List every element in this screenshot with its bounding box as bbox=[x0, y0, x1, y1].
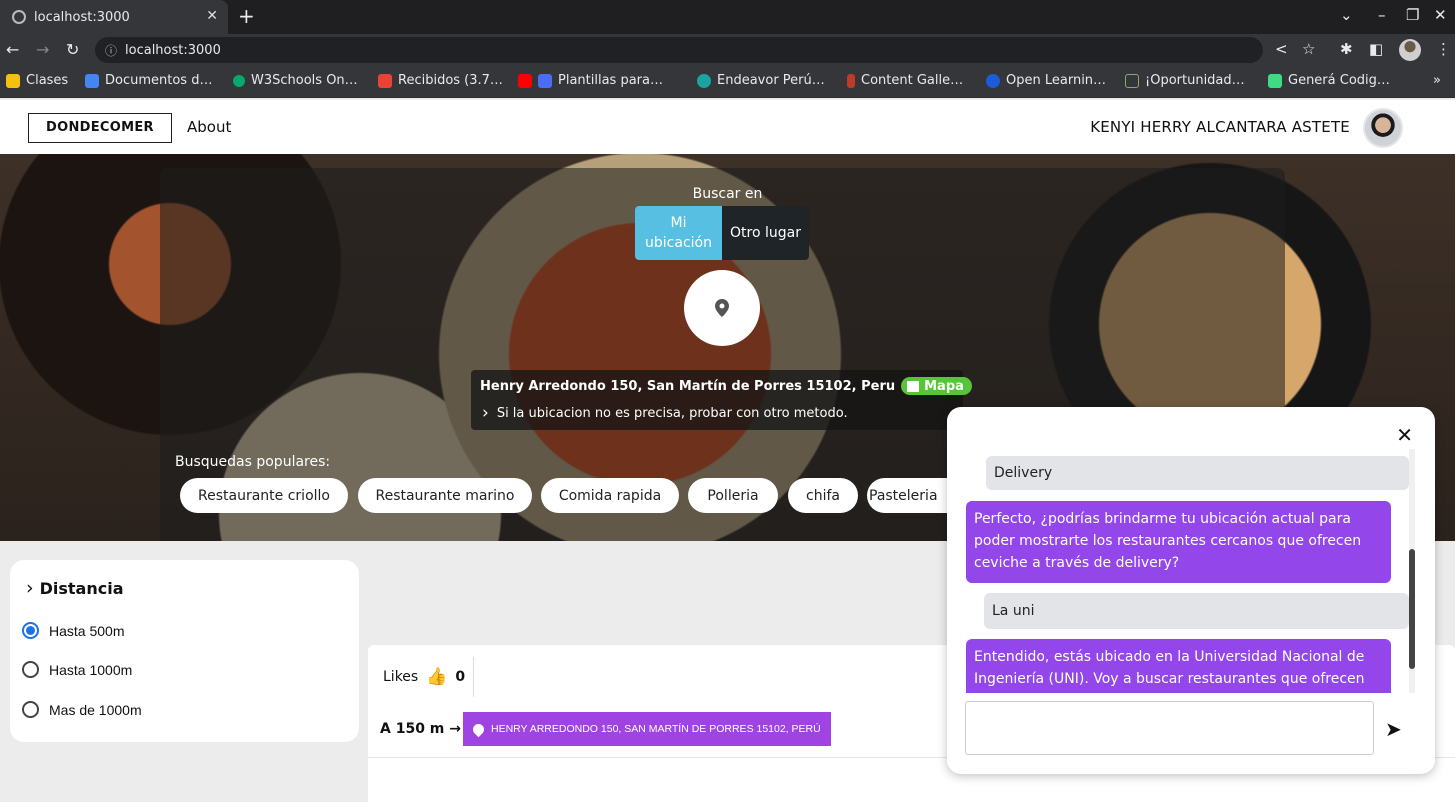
tab-search-icon[interactable]: ⌄ bbox=[1340, 6, 1353, 24]
likes-counter: Likes 👍 0 bbox=[383, 667, 465, 687]
gmail-icon bbox=[378, 73, 392, 88]
url-text: localhost:3000 bbox=[125, 42, 221, 58]
popular-search-chip[interactable]: Restaurante marino bbox=[358, 478, 532, 513]
bookmark-item[interactable]: Recibidos (3.7… bbox=[378, 73, 503, 88]
map-button[interactable]: Mapa bbox=[901, 377, 972, 395]
radio-button[interactable] bbox=[22, 622, 39, 639]
popular-searches-label: Busquedas populares: bbox=[175, 454, 331, 470]
chat-message-bot: Perfecto, ¿podrías brindarme tu ubicació… bbox=[966, 501, 1391, 583]
extensions-icon[interactable]: ✱ bbox=[1340, 40, 1353, 58]
likes-label: Likes bbox=[383, 669, 419, 685]
chat-input[interactable] bbox=[965, 701, 1374, 755]
classroom-icon bbox=[6, 73, 20, 88]
open-learning-icon bbox=[986, 73, 1000, 88]
thumbs-up-icon[interactable]: 👍 bbox=[426, 667, 447, 687]
popular-search-chip[interactable]: Comida rapida bbox=[541, 478, 679, 513]
radio-option-1000m[interactable]: Hasta 1000m bbox=[22, 661, 132, 678]
close-window-icon[interactable]: ✕ bbox=[1434, 6, 1447, 24]
address-tag[interactable]: HENRY ARREDONDO 150, SAN MARTÍN DE PORRE… bbox=[463, 712, 831, 746]
youtube-icon bbox=[518, 73, 532, 88]
bookmark-item[interactable]: ¡Oportunidad… bbox=[1125, 73, 1245, 88]
likes-count: 0 bbox=[455, 669, 466, 685]
send-icon[interactable]: ➤ bbox=[1385, 717, 1402, 741]
chat-panel: ✕ Delivery Perfecto, ¿podrías brindarme … bbox=[947, 407, 1435, 774]
location-pin-icon bbox=[715, 299, 729, 317]
arrow-right-icon: → bbox=[449, 721, 462, 737]
content-gallery-icon bbox=[847, 73, 855, 88]
browser-tab-strip: localhost:3000 ✕ + ⌄ – ❐ ✕ bbox=[0, 0, 1455, 34]
share-icon[interactable]: < bbox=[1275, 40, 1288, 58]
brand-logo-button[interactable]: DONDECOMER bbox=[28, 113, 172, 143]
user-avatar[interactable] bbox=[1363, 108, 1403, 148]
minimize-icon[interactable]: – bbox=[1378, 6, 1386, 24]
browser-tab[interactable]: localhost:3000 ✕ bbox=[0, 0, 228, 34]
chat-message-bot: Entendido, estás ubicado en la Universid… bbox=[966, 639, 1391, 693]
w3schools-icon bbox=[233, 74, 245, 87]
browser-toolbar: ← → ↻ ⓘ localhost:3000 < ☆ ✱ ◧ ⋮ bbox=[0, 34, 1455, 66]
bookmarks-overflow-icon[interactable]: » bbox=[1433, 73, 1441, 88]
close-icon[interactable]: ✕ bbox=[1396, 423, 1413, 447]
chat-message-user: Delivery bbox=[986, 456, 1409, 490]
radio-option-500m[interactable]: Hasta 500m bbox=[22, 622, 124, 639]
popular-search-chip[interactable]: chifa bbox=[788, 478, 858, 513]
bookmark-item[interactable]: Plantillas para… bbox=[518, 73, 663, 88]
map-icon bbox=[907, 380, 920, 392]
otro-lugar-button[interactable]: Otro lugar bbox=[722, 206, 809, 260]
detected-address: Henry Arredondo 150, San Martín de Porre… bbox=[480, 378, 896, 394]
radio-button[interactable] bbox=[22, 701, 39, 718]
new-tab-button[interactable]: + bbox=[238, 4, 255, 28]
distance-filter-toggle[interactable]: › Distancia bbox=[26, 577, 124, 599]
tab-title: localhost:3000 bbox=[34, 9, 130, 25]
location-mode-toggle: Mi ubicación Otro lugar bbox=[635, 206, 809, 260]
address-bar[interactable]: ⓘ localhost:3000 bbox=[95, 37, 1263, 63]
distance-filter-title: Distancia bbox=[39, 578, 124, 598]
popular-search-chip[interactable]: Polleria bbox=[688, 478, 778, 513]
user-name[interactable]: KENYI HERRY ALCANTARA ASTETE bbox=[1090, 118, 1350, 136]
close-tab-icon[interactable]: ✕ bbox=[206, 8, 218, 24]
mi-ubicacion-button[interactable]: Mi ubicación bbox=[635, 206, 722, 260]
opportunity-icon bbox=[1125, 73, 1139, 88]
chat-scrollbar-thumb[interactable] bbox=[1409, 549, 1415, 669]
radio-option-more-1000m[interactable]: Mas de 1000m bbox=[22, 701, 142, 718]
reload-icon[interactable]: ↻ bbox=[66, 40, 79, 59]
location-hint-link[interactable]: › Si la ubicacion no es precisa, probar … bbox=[482, 403, 848, 423]
maximize-icon[interactable]: ❐ bbox=[1406, 6, 1419, 24]
docs-icon bbox=[85, 73, 99, 88]
bookmarks-bar: Clases Documentos d… W3Schools On… Recib… bbox=[0, 66, 1455, 98]
endeavor-icon bbox=[697, 73, 711, 88]
chevron-right-icon: › bbox=[26, 577, 34, 599]
bookmark-item[interactable]: Content Galle… bbox=[847, 73, 963, 88]
radio-button[interactable] bbox=[22, 661, 39, 678]
info-icon[interactable]: ⓘ bbox=[105, 42, 117, 59]
chat-message-user: La uni bbox=[984, 593, 1409, 629]
globe-icon bbox=[12, 10, 26, 24]
bookmark-item[interactable]: Documentos d… bbox=[85, 73, 212, 88]
site-navbar: DONDECOMER About KENYI HERRY ALCANTARA A… bbox=[0, 100, 1455, 154]
bookmark-item[interactable]: Generá Codig… bbox=[1268, 73, 1390, 88]
locate-button[interactable] bbox=[684, 270, 760, 346]
templates-icon bbox=[538, 73, 552, 88]
bookmark-item[interactable]: Open Learnin… bbox=[986, 73, 1106, 88]
profile-avatar-icon[interactable] bbox=[1399, 39, 1421, 61]
forward-icon[interactable]: → bbox=[36, 40, 49, 59]
menu-kebab-icon[interactable]: ⋮ bbox=[1436, 40, 1451, 58]
bookmark-star-icon[interactable]: ☆ bbox=[1302, 40, 1315, 58]
qr-code-icon bbox=[1268, 73, 1282, 88]
about-link[interactable]: About bbox=[187, 118, 231, 136]
buscar-en-label: Buscar en bbox=[692, 186, 763, 202]
location-pin-icon bbox=[470, 721, 487, 737]
detected-address-box: Henry Arredondo 150, San Martín de Porre… bbox=[471, 370, 972, 430]
bookmark-item[interactable]: W3Schools On… bbox=[233, 73, 358, 88]
chevron-right-icon: › bbox=[482, 403, 489, 423]
bookmark-item[interactable]: Clases bbox=[6, 73, 68, 88]
distance-label: A 150 m → bbox=[380, 721, 462, 737]
bookmark-item[interactable]: Endeavor Perú… bbox=[697, 73, 825, 88]
back-icon[interactable]: ← bbox=[6, 40, 19, 59]
divider bbox=[473, 657, 474, 697]
side-panel-icon[interactable]: ◧ bbox=[1369, 40, 1383, 58]
popular-search-chip[interactable]: Restaurante criollo bbox=[180, 478, 348, 513]
distance-filter-card: › Distancia Hasta 500m Hasta 1000m Mas d… bbox=[10, 560, 359, 742]
